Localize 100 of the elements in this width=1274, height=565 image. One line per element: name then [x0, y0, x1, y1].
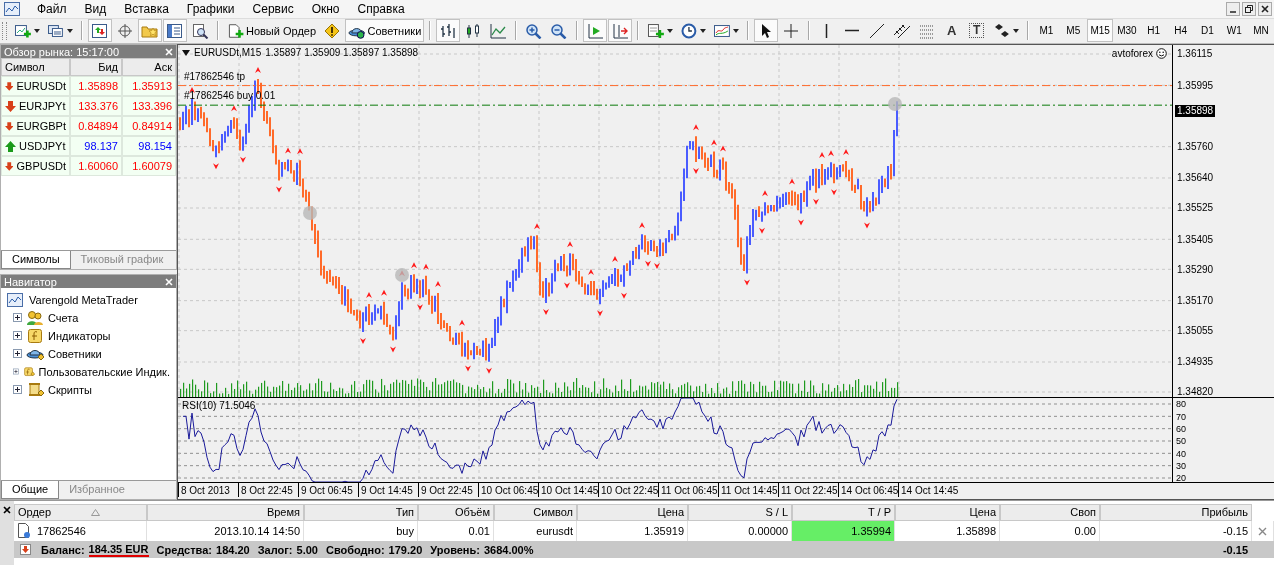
- zoom-out-icon: [550, 22, 569, 39]
- column-header[interactable]: Ордер: [14, 504, 147, 522]
- text-label-tool[interactable]: T: [964, 19, 989, 43]
- column-header[interactable]: Объём: [418, 504, 494, 522]
- timeframe-button[interactable]: D1: [1194, 19, 1221, 43]
- expander-icon[interactable]: [13, 313, 22, 323]
- expander-icon[interactable]: [13, 385, 22, 395]
- minimize-icon[interactable]: [1226, 1, 1240, 16]
- autoscroll-tool[interactable]: [583, 19, 608, 43]
- time-tick-label: 11 Oct 14:45: [718, 483, 778, 498]
- magnifier-icon: [190, 22, 209, 39]
- symbol-cell[interactable]: EURGBPt: [1, 116, 70, 137]
- navigator-tool[interactable]: [162, 19, 187, 43]
- line-chart-icon: [489, 22, 508, 39]
- symbol-cell[interactable]: GBPUSDt: [1, 156, 70, 177]
- close-icon[interactable]: [1258, 1, 1272, 16]
- tree-root[interactable]: Varengold MetaTrader: [29, 293, 138, 306]
- price-tick-label: 1.35290: [1177, 263, 1214, 276]
- menu-item[interactable]: Вид: [75, 1, 116, 16]
- column-header[interactable]: S / L: [688, 504, 792, 522]
- price-tick-label: 1.35995: [1177, 79, 1214, 92]
- column-header[interactable]: Время: [147, 504, 304, 522]
- time-tick-label: 10 Oct 22:45: [598, 483, 658, 498]
- time-tick-label: 14 Oct 14:45: [898, 483, 958, 498]
- ask-cell: 98.154: [122, 136, 176, 157]
- price-tick-label: 1.36115: [1177, 48, 1213, 61]
- tab[interactable]: Символы: [1, 251, 71, 270]
- column-header[interactable]: Бид: [70, 58, 122, 77]
- indicator-tick-label: 50: [1176, 436, 1186, 447]
- menu-item[interactable]: Справка: [348, 1, 414, 16]
- chart-shift-tool[interactable]: [608, 19, 633, 43]
- tree-item[interactable]: Счета: [48, 311, 79, 324]
- timeframe-button[interactable]: H4: [1167, 19, 1194, 43]
- time-tick-label: 9 Oct 22:45: [418, 483, 478, 498]
- dropdown-icon[interactable]: [182, 49, 190, 56]
- symbol-cell[interactable]: EURJPYt: [1, 96, 70, 117]
- summary-value: 184.35 EUR: [88, 542, 149, 557]
- summary-label: Уровень:: [430, 543, 480, 556]
- experts-button[interactable]: Советники: [345, 19, 425, 43]
- column-header[interactable]: Цена: [895, 504, 1000, 522]
- tree-item[interactable]: Индикаторы: [48, 329, 111, 342]
- trend-line-icon: [867, 22, 886, 39]
- expander-icon[interactable]: [13, 349, 22, 359]
- zoom-in-icon: [525, 22, 544, 39]
- time-tick-label: 11 Oct 22:45: [778, 483, 838, 498]
- total-profit: -0.15: [1222, 543, 1248, 556]
- summary-label: Баланс:: [41, 543, 85, 556]
- timeframe-button[interactable]: M30: [1114, 19, 1140, 43]
- menu-item[interactable]: Сервис: [243, 1, 303, 16]
- time-tick-label: 10 Oct 06:45: [478, 483, 538, 498]
- menu-item[interactable]: Вставка: [115, 1, 178, 16]
- menu-item[interactable]: Графики: [177, 1, 244, 16]
- trade-marker: [303, 206, 317, 221]
- timeframe-button[interactable]: M1: [1033, 19, 1060, 43]
- summary-label: Залог:: [257, 543, 293, 556]
- tree-item[interactable]: Советники: [48, 347, 102, 360]
- windows-icon: [46, 22, 65, 39]
- menu-item[interactable]: Файл: [28, 1, 76, 16]
- timeframe-button[interactable]: W1: [1221, 19, 1248, 43]
- text-tool[interactable]: A: [939, 19, 964, 43]
- cursor-tool[interactable]: [753, 19, 778, 43]
- restore-icon[interactable]: [1242, 1, 1256, 16]
- bid-cell: 1.60060: [70, 156, 122, 177]
- current-price-label: 1.35898: [1175, 104, 1216, 117]
- timeframe-button[interactable]: M5: [1060, 19, 1087, 43]
- market-watch-tool[interactable]: [87, 19, 112, 43]
- horizontal-line-icon: [842, 29, 861, 33]
- summary-value: 179.20: [388, 543, 423, 556]
- vertical-line-icon: [825, 22, 829, 39]
- close-icon[interactable]: [3, 506, 11, 515]
- menu-item[interactable]: Окно: [302, 1, 349, 16]
- list-window-icon: [165, 22, 184, 39]
- tree-item[interactable]: Скрипты: [48, 383, 92, 396]
- column-header[interactable]: Тип: [304, 504, 418, 522]
- chart-window-icon: [90, 22, 109, 39]
- tab[interactable]: Общие: [1, 481, 60, 500]
- column-header[interactable]: Аск: [122, 58, 176, 77]
- symbol-cell[interactable]: EURUSDt: [1, 76, 70, 97]
- column-header[interactable]: Цена: [577, 504, 688, 522]
- column-header[interactable]: Прибыль: [1100, 504, 1252, 522]
- column-header[interactable]: Символ: [494, 504, 577, 522]
- time-tick-label: 9 Oct 06:45: [298, 483, 358, 498]
- column-header[interactable]: Своп: [1000, 504, 1100, 522]
- column-header[interactable]: T / P: [792, 504, 895, 522]
- symbol-cell[interactable]: USDJPYt: [1, 136, 70, 157]
- tree-item[interactable]: Пользовательские Индик.: [38, 365, 170, 378]
- timeframe-button[interactable]: H1: [1140, 19, 1167, 43]
- expander-icon[interactable]: [13, 331, 22, 341]
- warning-icon: [323, 22, 342, 39]
- time-tick-label: 11 Oct 06:45: [658, 483, 718, 498]
- crosshair-icon: [781, 22, 800, 39]
- column-header[interactable]: Символ: [1, 58, 70, 77]
- shift-bar-icon: [611, 22, 630, 39]
- timeframe-button[interactable]: M15: [1087, 19, 1113, 43]
- new-order-button[interactable]: Новый Ордер: [223, 19, 320, 43]
- timeframe-button[interactable]: MN: [1248, 19, 1274, 43]
- panel-title: Навигатор: [4, 275, 57, 288]
- bar-chart-tool[interactable]: [436, 19, 461, 43]
- play-bar-icon: [586, 22, 605, 39]
- terminal-icon: [7, 292, 23, 307]
